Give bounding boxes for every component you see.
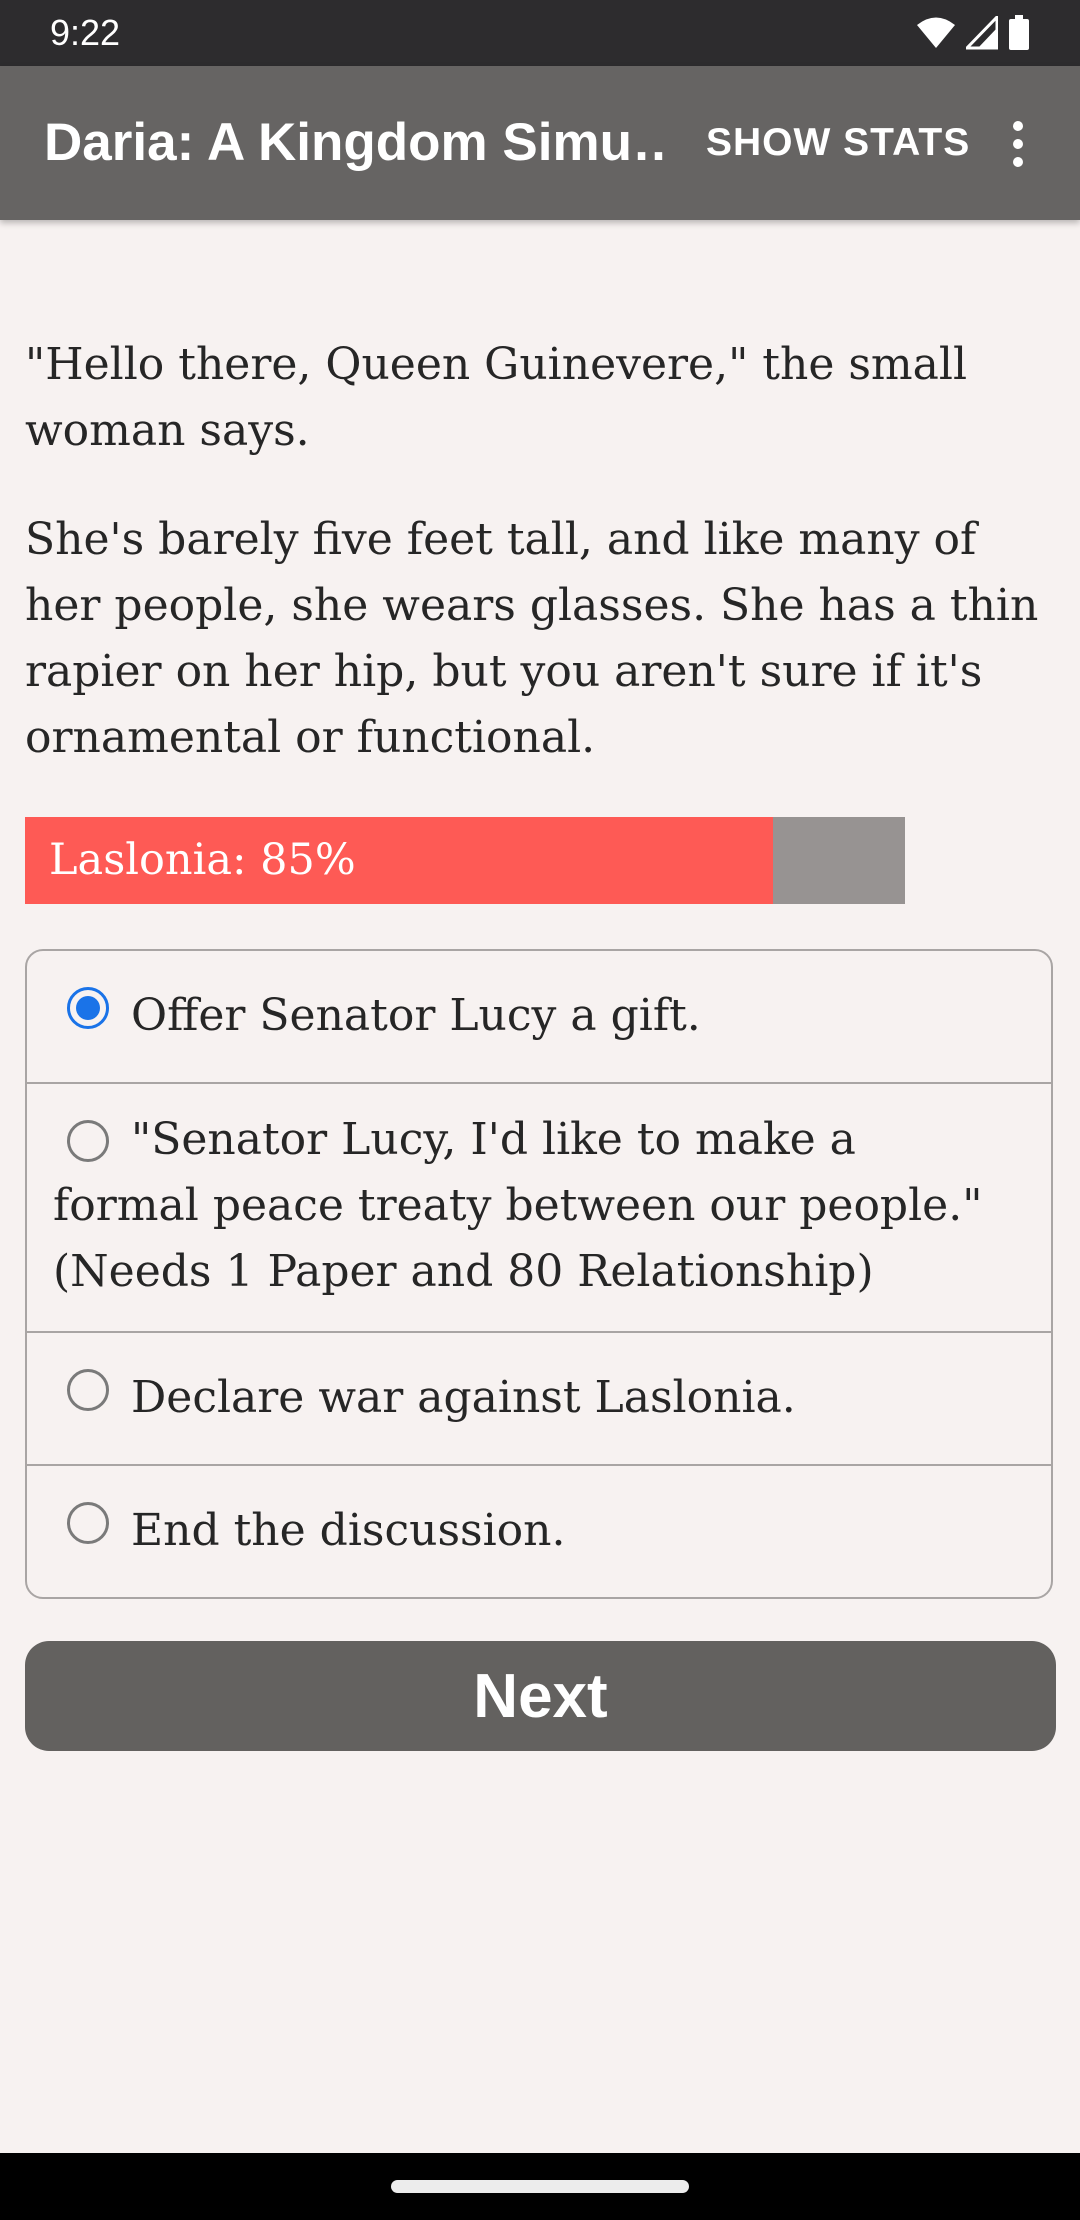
status-time: 9:22 — [50, 12, 121, 53]
more-vert-icon[interactable] — [990, 114, 1046, 174]
navigation-bar — [0, 2153, 1080, 2220]
radio-button[interactable] — [67, 1369, 109, 1411]
choice-label: End the discussion. — [131, 1505, 566, 1556]
choice-item[interactable]: End the discussion. — [27, 1464, 1051, 1597]
story-paragraph: She's barely five feet tall, and like ma… — [25, 514, 1039, 763]
battery-icon — [1008, 15, 1030, 51]
next-button[interactable]: Next — [25, 1641, 1056, 1751]
relationship-label: Laslonia: 85% — [49, 835, 356, 885]
choice-item[interactable]: Offer Senator Lucy a gift. — [27, 951, 1051, 1082]
choice-label: "Senator Lucy, I'd like to make a formal… — [53, 1114, 983, 1297]
status-icons — [916, 14, 1030, 52]
radio-button[interactable] — [67, 987, 109, 1029]
app-bar: Daria: A Kingdom Simu… SHOW STATS — [0, 66, 1080, 220]
radio-button[interactable] — [67, 1502, 109, 1544]
choice-item[interactable]: "Senator Lucy, I'd like to make a formal… — [27, 1082, 1051, 1331]
signal-icon — [966, 16, 998, 50]
story-paragraph: "Hello there, Queen Guinevere," the smal… — [25, 339, 968, 456]
choice-item[interactable]: Declare war against Laslonia. — [27, 1331, 1051, 1464]
app-title: Daria: A Kingdom Simu… — [44, 113, 664, 172]
wifi-icon — [916, 16, 956, 50]
choice-label: Offer Senator Lucy a gift. — [131, 990, 701, 1041]
relationship-bar: Laslonia: 85% — [25, 817, 905, 904]
show-stats-button[interactable]: SHOW STATS — [706, 118, 970, 168]
choice-list: Offer Senator Lucy a gift. "Senator Lucy… — [25, 949, 1053, 1599]
home-gesture-handle[interactable] — [391, 2180, 689, 2193]
choice-label: Declare war against Laslonia. — [131, 1372, 796, 1423]
status-bar: 9:22 — [0, 0, 1080, 66]
